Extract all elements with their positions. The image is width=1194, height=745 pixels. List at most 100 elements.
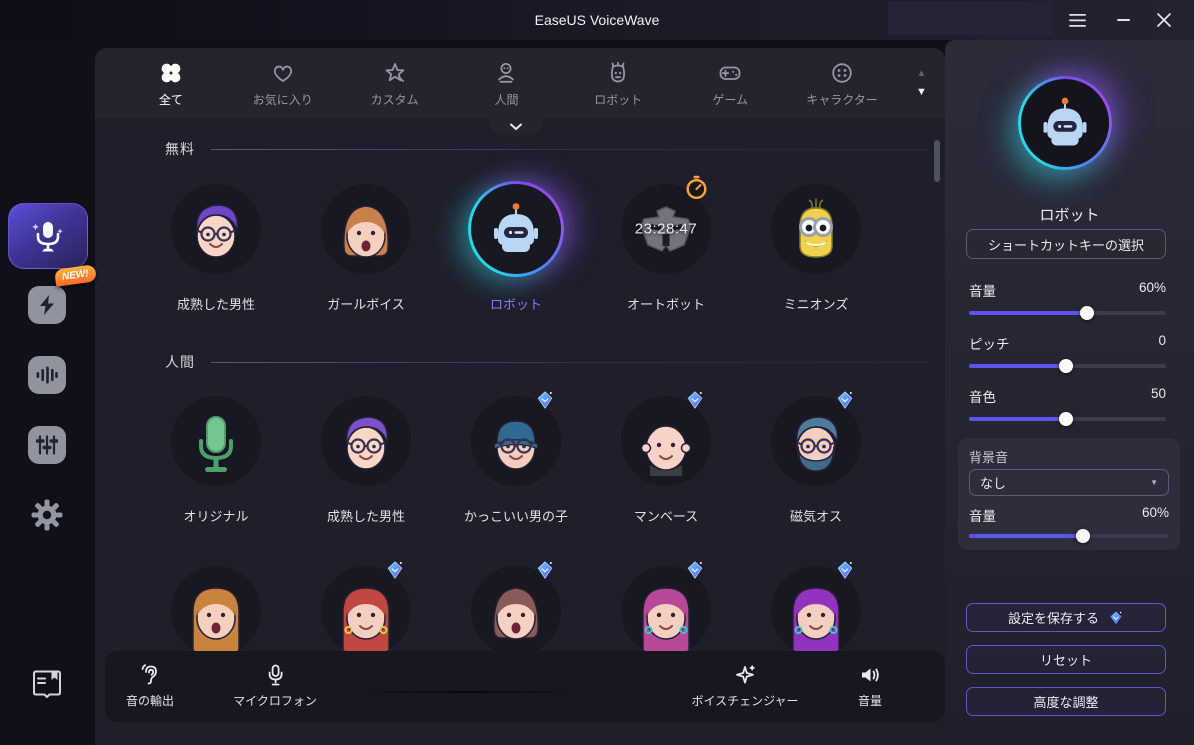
advanced-adjust-button[interactable]: 高度な調整 [966,687,1166,716]
slider-thumb[interactable] [1059,412,1073,426]
voice-label: 成熟した男性 [327,506,405,525]
voice-card[interactable]: マンベース [591,393,741,525]
slider-thumb[interactable] [1076,529,1090,543]
tab-favorites[interactable]: お気に入り [227,48,339,118]
window-title: EaseUS VoiceWave [535,0,660,40]
voice-card[interactable]: 成熟した男性 [291,393,441,525]
sidebar-item-tutorial[interactable] [28,665,66,703]
volume-button[interactable]: 音量 [858,662,882,709]
triangle-up-icon[interactable]: ▲ [917,69,927,79]
tab-character[interactable]: キャラクター [786,48,898,118]
dropdown-value: なし [980,473,1006,492]
background-sound-dropdown[interactable]: なし ▼ [969,469,1169,496]
pitch-slider[interactable] [969,359,1166,373]
volume-value: 60% [1139,280,1166,300]
triangle-down-icon[interactable]: ▼ [916,87,927,98]
slider-thumb[interactable] [1059,359,1073,373]
tab-all[interactable]: 全て [115,48,227,118]
robot-avatar [1021,79,1109,167]
scrollbar-thumb[interactable] [934,140,940,182]
voice-avatar [168,563,264,659]
timbre-value: 50 [1151,386,1166,406]
background-volume-slider[interactable] [969,529,1169,543]
character-ball-icon [829,59,855,86]
voice-label: マンベース [634,506,698,525]
category-tabbar: 全て お気に入り カスタム 人間 ロボット [95,48,945,118]
save-settings-button[interactable]: 設定を保存する [966,603,1166,632]
voice-library-panel: 全て お気に入り カスタム 人間 ロボット [95,48,945,745]
pitch-value: 0 [1158,333,1166,353]
selected-voice-name: ロボット [945,204,1194,225]
audio-output-button[interactable]: 音の輸出 [126,662,174,709]
shortcut-key-button[interactable]: ショートカットキーの選択 [966,229,1166,259]
microphone-button[interactable]: マイクロフォン [233,662,317,709]
voice-row: 成熟した男性ガールボイス ロボット 23:28:47オートボット ミニオンズ [141,181,891,313]
mixer-sliders-icon [28,426,66,464]
microphone-sparkle-icon [28,216,68,256]
pitch-label: ピッチ [969,333,1010,353]
sidebar-item-audio-mixer[interactable] [28,426,66,464]
diamond-icon [1108,610,1124,626]
voice-card[interactable]: 23:28:47オートボット [591,181,741,313]
voice-avatar [168,181,264,277]
microphone-icon [263,662,287,688]
ear-icon [138,662,162,688]
voice-label: オリジナル [183,506,248,525]
background-volume-value: 60% [1142,505,1169,525]
voice-label: ミニオンズ [784,294,849,313]
titlebar-panel [888,2,1052,35]
tab-human[interactable]: 人間 [451,48,563,118]
volume-label: 音量 [969,280,996,300]
stopwatch-icon [683,174,710,201]
voice-avatar [768,181,864,277]
voice-card[interactable]: オリジナル [141,393,291,525]
person-icon [493,59,519,86]
sidebar-item-audio-file[interactable] [28,356,66,394]
voice-settings-panel: ロボット ショートカットキーの選択 音量 60% ピッチ 0 音色 50 背景音… [945,40,1194,745]
open-book-icon [30,669,64,699]
sidebar-item-settings[interactable] [28,496,66,534]
voice-label: ガールボイス [327,294,405,313]
device-bar: 音の輸出 マイクロフォン ボイスチェンジャー [105,651,945,722]
diamond-icon [685,390,705,410]
slider-thumb[interactable] [1080,306,1094,320]
lightning-icon [28,286,66,324]
tab-game[interactable]: ゲーム [674,48,786,118]
voice-label: オートボット [627,294,705,313]
timbre-label: 音色 [969,386,996,406]
timbre-slider-row: 音色 50 [969,386,1166,406]
voice-card[interactable]: ガールボイス [291,181,441,313]
close-icon[interactable] [1144,0,1184,40]
titlebar: EaseUS VoiceWave [0,0,1194,40]
background-volume-row: 音量 60% [969,505,1169,525]
voice-changer-button[interactable]: ボイスチェンジャー [691,662,798,709]
diamond-icon [685,560,705,580]
voice-card[interactable]: 成熟した男性 [141,181,291,313]
voice-label: ロボット [490,294,542,313]
reset-button[interactable]: リセット [966,645,1166,674]
tab-custom[interactable]: カスタム [339,48,451,118]
diamond-icon [835,560,855,580]
sidebar-item-voice-changer[interactable] [8,203,88,269]
volume-slider[interactable] [969,306,1166,320]
voice-card[interactable]: 磁気オス [741,393,891,525]
tab-robot[interactable]: ロボット [562,48,674,118]
hamburger-menu-icon[interactable] [1057,0,1097,40]
section-header-free: 無料 [165,139,929,159]
voice-label: 磁気オス [790,506,842,525]
timbre-slider[interactable] [969,412,1166,426]
device-bar-divider [350,691,585,693]
magic-star-icon [733,662,757,688]
minimize-icon[interactable] [1103,0,1143,40]
chevron-down-icon[interactable] [488,118,544,135]
gear-icon [28,496,66,534]
voice-card[interactable]: かっこいい男の子 [441,393,591,525]
section-title: 人間 [165,352,195,372]
volume-slider-row: 音量 60% [969,280,1166,300]
voice-card[interactable]: ミニオンズ [741,181,891,313]
section-header-human: 人間 [165,352,929,372]
diamond-icon [535,390,555,410]
sidebar-item-soundboard[interactable] [28,286,66,324]
voice-card[interactable]: ロボット [441,181,591,313]
voice-avatar [168,393,264,489]
